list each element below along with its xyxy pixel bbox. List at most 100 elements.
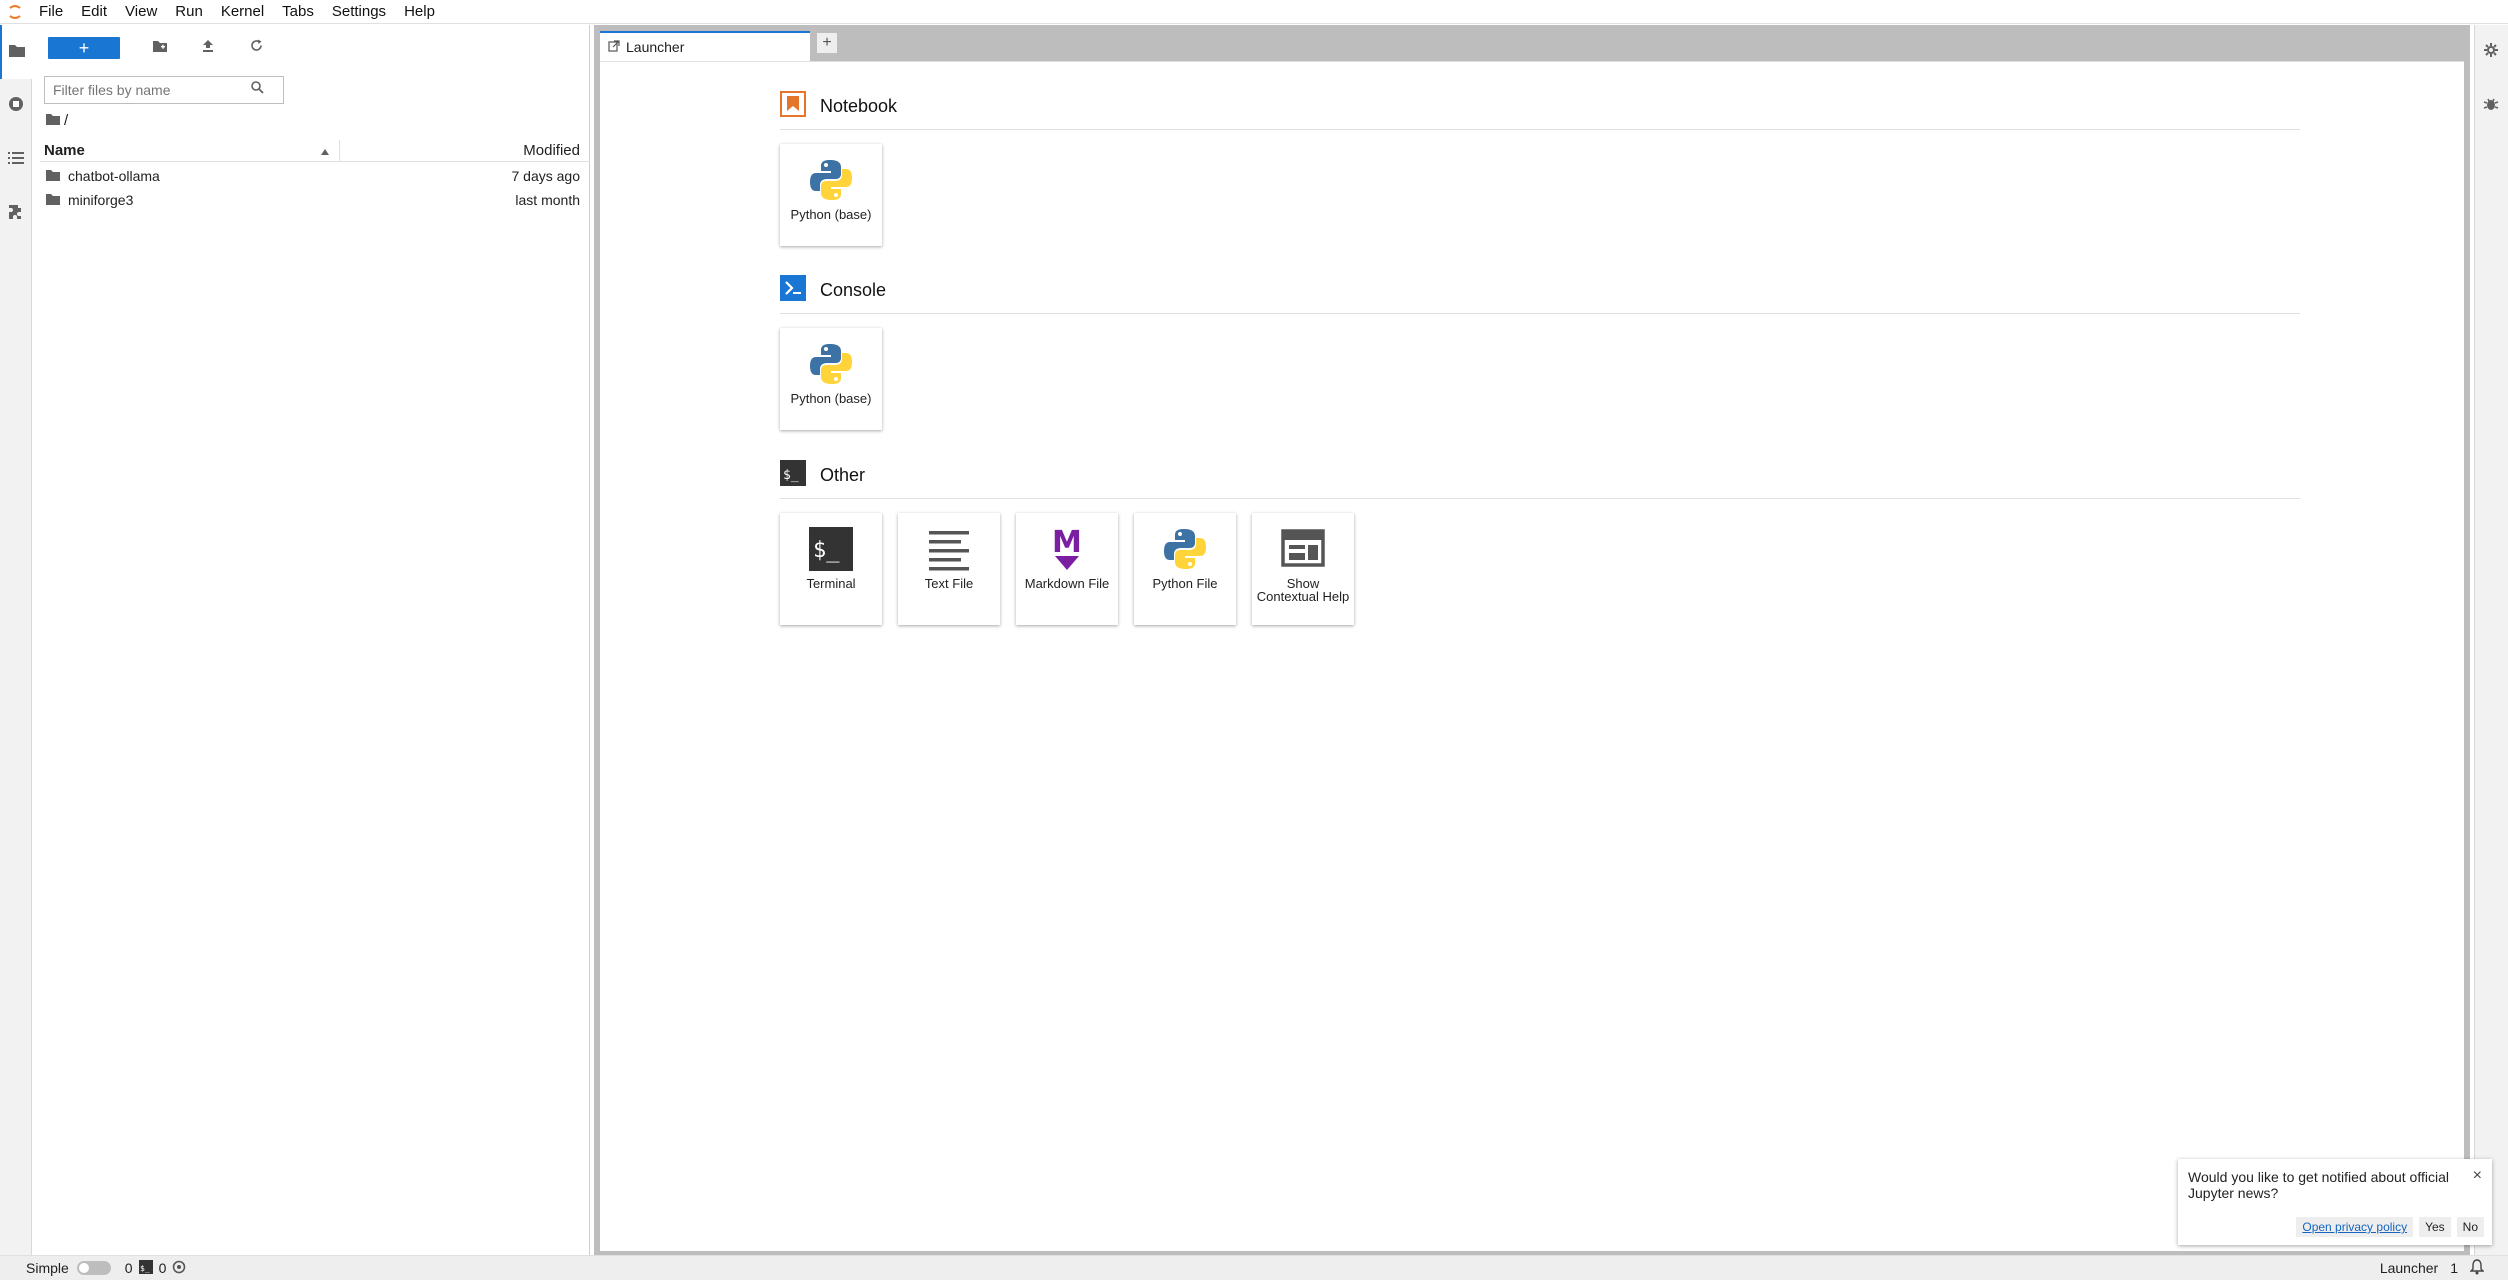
notifications-count: 1 <box>2450 1260 2458 1276</box>
python-icon <box>809 152 853 208</box>
running-sessions-tab[interactable] <box>0 79 32 133</box>
launcher-card-terminal[interactable]: $_ Terminal <box>780 513 882 625</box>
card-label: Text File <box>924 576 974 591</box>
markdown-icon: M <box>1045 521 1089 577</box>
launcher-card-contextual-help[interactable]: Show Contextual Help <box>1252 513 1354 625</box>
simple-mode-label: Simple <box>26 1260 69 1276</box>
simple-mode-toggle[interactable] <box>76 1261 111 1275</box>
upload-icon <box>202 39 214 57</box>
add-tab-button[interactable]: + <box>816 32 838 54</box>
text-file-icon <box>927 521 971 577</box>
kernels-count[interactable]: 0 <box>125 1260 133 1276</box>
filter-input[interactable] <box>45 82 245 98</box>
card-label: Terminal <box>806 576 856 591</box>
menu-run[interactable]: Run <box>166 0 212 24</box>
open-privacy-policy-button[interactable]: Open privacy policy <box>2296 1217 2414 1237</box>
new-launcher-button[interactable]: + <box>48 37 120 59</box>
table-of-contents-tab[interactable] <box>0 133 32 187</box>
launcher-section-console: Console Python (base) <box>780 274 2300 430</box>
file-modified: 7 days ago <box>511 168 581 184</box>
menu-bar: File Edit View Run Kernel Tabs Settings … <box>0 0 2508 24</box>
contextual-help-icon <box>1281 521 1325 577</box>
launcher-card-text-file[interactable]: Text File <box>898 513 1000 625</box>
kernel-status-icon[interactable] <box>172 1260 186 1277</box>
card-label: Python (base) <box>790 207 872 222</box>
column-name-header[interactable]: Name <box>40 139 340 162</box>
section-title: Console <box>820 280 887 300</box>
debugger-tab[interactable] <box>2475 79 2507 133</box>
extension-icon <box>8 204 24 225</box>
terminal-status-icon: $_ <box>138 1259 153 1277</box>
new-folder-icon <box>153 39 167 57</box>
card-label: Python File <box>1152 576 1218 591</box>
main-dock-area: Launcher + Notebook Python (base) Consol… <box>594 25 2470 1255</box>
folder-icon <box>46 192 60 208</box>
news-notification-toast: Would you like to get notified about off… <box>2178 1159 2492 1245</box>
status-left: Simple 0 $_ 0 <box>0 1259 186 1277</box>
sort-ascending-icon <box>321 142 329 159</box>
bell-icon[interactable] <box>2469 1258 2485 1278</box>
launcher-section-other: $_ Other $_ Terminal Text File M Markdow… <box>780 459 2300 625</box>
launcher-card-python-console[interactable]: Python (base) <box>780 328 882 430</box>
terminals-count[interactable]: 0 <box>159 1260 167 1276</box>
search-icon <box>251 81 264 99</box>
menu-help[interactable]: Help <box>395 0 444 24</box>
column-name-label: Name <box>44 142 85 159</box>
file-browser-panel: + / Name <box>32 25 590 1255</box>
breadcrumb-home-icon[interactable] <box>46 112 60 129</box>
jupyter-logo-icon <box>0 0 30 24</box>
bug-icon <box>2483 96 2499 117</box>
new-folder-button[interactable] <box>136 36 184 60</box>
svg-text:M: M <box>1052 525 1082 560</box>
file-list-header: Name Modified <box>40 139 590 162</box>
card-label: Markdown File <box>1024 576 1110 591</box>
menu-tabs[interactable]: Tabs <box>273 0 323 24</box>
filter-box <box>44 76 284 104</box>
launcher-card-python-notebook[interactable]: Python (base) <box>780 144 882 246</box>
left-activity-bar <box>0 25 32 1255</box>
active-tab-name: Launcher <box>2379 1260 2439 1276</box>
extension-manager-tab[interactable] <box>0 187 32 241</box>
console-section-icon <box>780 275 806 306</box>
menu-file[interactable]: File <box>30 0 72 24</box>
file-row-miniforge3[interactable]: miniforge3 last month <box>40 188 590 212</box>
close-icon[interactable]: × <box>2473 1167 2482 1185</box>
menu-edit[interactable]: Edit <box>72 0 116 24</box>
section-title: Other <box>820 465 866 485</box>
upload-button[interactable] <box>184 36 232 60</box>
svg-text:$_: $_ <box>783 468 799 483</box>
python-icon <box>809 336 853 392</box>
launcher-section-notebook: Notebook Python (base) <box>780 90 2300 246</box>
file-browser-toolbar: + <box>48 35 280 61</box>
column-modified-header[interactable]: Modified <box>340 142 590 159</box>
refresh-button[interactable] <box>232 36 280 60</box>
launcher-panel: Notebook Python (base) Console Python (b… <box>600 61 2464 1251</box>
other-section-icon: $_ <box>780 460 806 491</box>
refresh-icon <box>250 39 263 57</box>
file-browser-tab[interactable] <box>0 25 32 79</box>
property-inspector-tab[interactable] <box>2475 25 2507 79</box>
tab-launcher[interactable]: Launcher <box>600 31 810 61</box>
svg-text:$_: $_ <box>140 1264 150 1273</box>
launcher-tab-icon <box>608 39 620 55</box>
yes-button[interactable]: Yes <box>2419 1217 2451 1237</box>
card-label: Show Contextual Help <box>1256 576 1350 604</box>
python-icon <box>1163 521 1207 577</box>
file-row-chatbot-ollama[interactable]: chatbot-ollama 7 days ago <box>40 164 590 188</box>
breadcrumb: / <box>46 111 68 129</box>
menu-kernel[interactable]: Kernel <box>212 0 273 24</box>
card-label: Python (base) <box>790 391 872 406</box>
svg-text:$_: $_ <box>813 538 840 563</box>
launcher-card-markdown-file[interactable]: M Markdown File <box>1016 513 1118 625</box>
folder-icon <box>46 168 60 184</box>
file-name: miniforge3 <box>68 192 134 208</box>
toc-icon <box>8 151 24 170</box>
menu-settings[interactable]: Settings <box>323 0 395 24</box>
breadcrumb-root[interactable]: / <box>64 112 68 129</box>
tab-label: Launcher <box>626 39 685 55</box>
launcher-card-python-file[interactable]: Python File <box>1134 513 1236 625</box>
no-button[interactable]: No <box>2456 1217 2484 1237</box>
toast-actions: Open privacy policy Yes No <box>2296 1217 2484 1237</box>
menu-view[interactable]: View <box>116 0 166 24</box>
folder-icon <box>9 43 25 62</box>
